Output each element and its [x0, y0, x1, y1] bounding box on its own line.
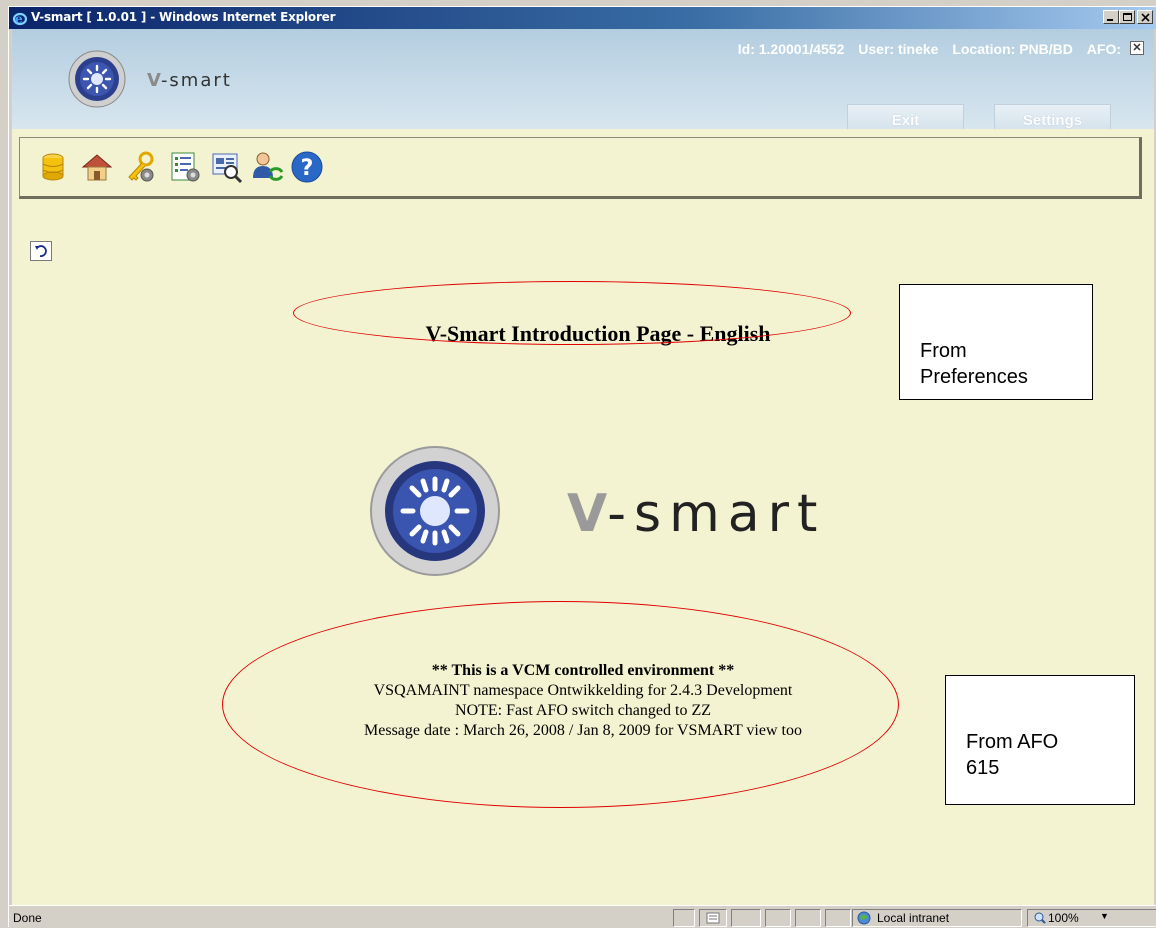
status-cell: [795, 909, 821, 927]
status-cell: [765, 909, 791, 927]
ie-icon: e: [12, 12, 28, 26]
vsmart-big-logo-icon: [370, 446, 500, 576]
globe-icon: [857, 911, 871, 925]
main-content: ? V-Smart Introduction Page - English Fr…: [12, 129, 1154, 905]
status-text: Done: [13, 911, 42, 925]
database-icon[interactable]: [36, 150, 70, 184]
annotation-box-afo: From AFO 615: [945, 675, 1135, 805]
highlight-ellipse-bottom: [222, 601, 899, 808]
status-cell: [825, 909, 851, 927]
undo-icon: [35, 245, 47, 257]
browser-window: e V-smart [ 1.0.01 ] - Windows Internet …: [8, 6, 1156, 928]
vsmart-logo-icon: [68, 50, 126, 108]
zoom-control[interactable]: 100% ▼: [1027, 909, 1156, 927]
session-info: Id: 1.20001/4552 User: tineke Location: …: [728, 41, 1121, 57]
search-records-icon[interactable]: [210, 150, 244, 184]
session-afo: AFO:: [1086, 41, 1121, 57]
back-button[interactable]: [30, 241, 52, 261]
minimize-button[interactable]: [1103, 10, 1119, 24]
brand-name: V-smart: [147, 70, 232, 91]
session-id: Id: 1.20001/4552: [737, 41, 845, 57]
session-user: User: tineke: [858, 41, 939, 57]
annotation-box-preferences: From Preferences: [899, 284, 1093, 400]
home-icon[interactable]: [80, 150, 114, 184]
status-bar: Done Local intranet 100% ▼: [9, 905, 1156, 928]
toolbar: ?: [19, 137, 1142, 199]
session-location: Location: PNB/BD: [952, 41, 1073, 57]
close-icon[interactable]: ✕: [1130, 41, 1144, 55]
status-cell: [673, 909, 695, 927]
status-cell-page: [699, 909, 727, 927]
zone-indicator[interactable]: Local intranet: [852, 909, 1022, 927]
key-settings-icon[interactable]: [124, 150, 158, 184]
list-settings-icon[interactable]: [168, 150, 202, 184]
page-icon: [706, 912, 720, 924]
big-brand-name: V-smart: [567, 484, 826, 544]
svg-text:?: ?: [301, 156, 314, 181]
title-bar: e V-smart [ 1.0.01 ] - Windows Internet …: [9, 7, 1156, 29]
svg-text:e: e: [15, 12, 23, 26]
maximize-button[interactable]: [1119, 10, 1135, 24]
chevron-down-icon[interactable]: ▼: [1100, 911, 1109, 921]
close-window-button[interactable]: [1137, 10, 1153, 24]
status-cell: [731, 909, 761, 927]
window-title: V-smart [ 1.0.01 ] - Windows Internet Ex…: [31, 10, 336, 24]
help-icon[interactable]: ?: [290, 150, 324, 184]
user-switch-icon[interactable]: [250, 150, 284, 184]
highlight-ellipse-top: [293, 281, 851, 345]
app-header: V-smart Id: 1.20001/4552 User: tineke Lo…: [12, 29, 1154, 138]
zoom-icon: [1034, 912, 1046, 924]
